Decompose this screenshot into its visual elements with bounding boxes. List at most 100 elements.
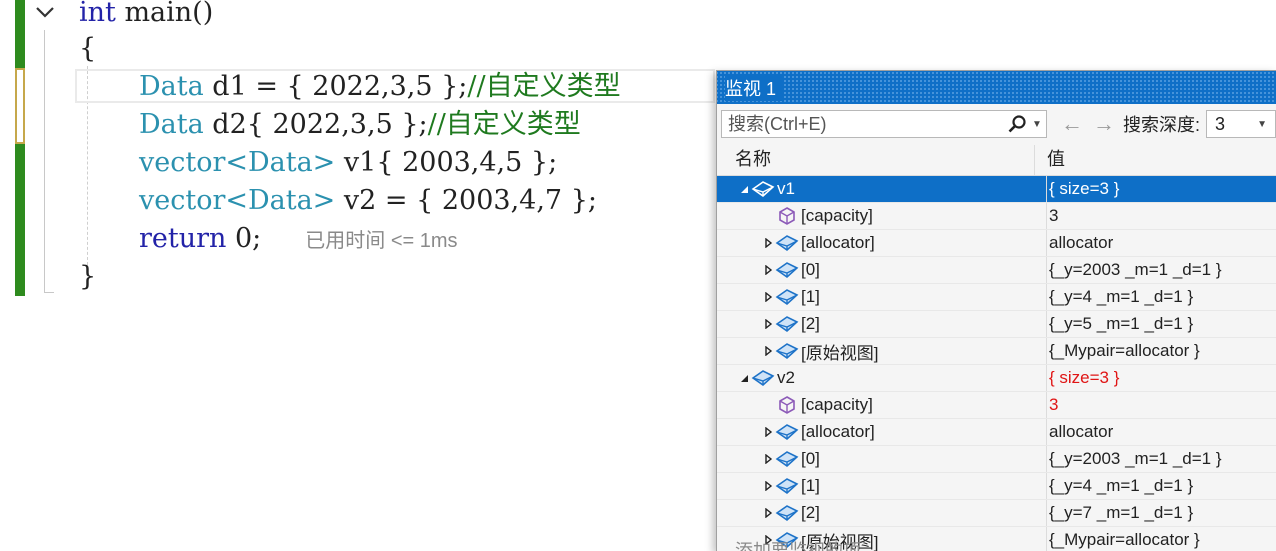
variable-icon	[775, 421, 799, 443]
type-token: Data	[139, 71, 204, 102]
expand-triangle-icon[interactable]	[761, 236, 775, 250]
code-line-d2[interactable]: Data d2{ 2022,3,5 };//自定义类型	[139, 106, 581, 144]
column-header-name[interactable]: 名称	[717, 145, 1035, 175]
watch-row[interactable]: [1]{_y=4 _m=1 _d=1 }	[717, 284, 1276, 311]
change-indicator-unsaved	[15, 68, 25, 144]
variable-icon	[775, 259, 799, 281]
perf-tip-elapsed[interactable]: 已用时间 <= 1ms	[305, 230, 457, 252]
collapse-chevron-icon[interactable]	[32, 0, 58, 26]
watch-row-name: [原始视图]	[801, 339, 878, 364]
comment-token: //自定义类型	[467, 71, 620, 102]
code-text: v2 = { 2003,4,7 };	[335, 185, 597, 216]
expand-triangle-icon[interactable]	[761, 506, 775, 520]
change-indicator-saved	[15, 0, 25, 68]
expand-triangle-icon[interactable]	[761, 263, 775, 277]
watch-row[interactable]: v2{ size=3 }	[717, 365, 1276, 392]
watch-row[interactable]: [0]{_y=2003 _m=1 _d=1 }	[717, 257, 1276, 284]
watch-row-value[interactable]: {_Mypair=allocator }	[1047, 341, 1200, 361]
watch-row-name-cell: [1]	[717, 473, 1047, 499]
watch-grid: 名称 值 v1 { size=3 } [capacity] 3 [allocator] a…	[717, 145, 1276, 551]
expand-triangle-icon[interactable]	[761, 317, 775, 331]
watch-row-name-cell: v2	[717, 365, 1047, 391]
type-token: Data	[139, 109, 204, 140]
grid-header: 名称 值	[717, 145, 1276, 176]
watch-toolbar: ▼ ← → 搜索深度: 3 ▼	[717, 104, 1276, 144]
expand-triangle-icon[interactable]	[761, 344, 775, 358]
fold-guide-end	[44, 292, 54, 293]
watch-row-value[interactable]: { size=3 }	[1047, 179, 1119, 199]
watch-row-name: [allocator]	[801, 422, 875, 442]
watch-row-name: v1	[777, 179, 795, 199]
variable-icon	[775, 286, 799, 308]
column-header-value[interactable]: 值	[1035, 145, 1065, 175]
search-next-icon[interactable]: →	[1093, 111, 1111, 137]
code-line-open-brace[interactable]: {	[79, 30, 96, 68]
watch-row-name: [2]	[801, 314, 820, 334]
code-line-return[interactable]: return 0;已用时间 <= 1ms	[139, 220, 458, 258]
expand-triangle-icon[interactable]	[761, 479, 775, 493]
watch-row[interactable]: [2] {_y=5 _m=1 _d=1 }	[717, 311, 1276, 338]
code-line-v2[interactable]: vector<Data> v2 = { 2003,4,7 };	[139, 182, 597, 220]
watch-row[interactable]: [原始视图] {_Mypair=allocator }	[717, 338, 1276, 365]
watch-row-name: [1]	[801, 476, 820, 496]
watch-row-name-cell: [1]	[717, 284, 1047, 310]
watch-row[interactable]: [capacity]3	[717, 203, 1276, 230]
watch-window[interactable]: 监视 1 ▼ ← → 搜索深度: 3 ▼ 名称 值 v1 { size=3 } [c…	[716, 70, 1276, 551]
search-options-dropdown-icon[interactable]: ▼	[1028, 119, 1046, 130]
search-box[interactable]: ▼	[721, 110, 1047, 138]
watch-row[interactable]: [2] {_y=7 _m=1 _d=1 }	[717, 500, 1276, 527]
search-depth-select[interactable]: 3 ▼	[1206, 110, 1276, 138]
code-line-d1[interactable]: Data d1 = { 2022,3,5 };//自定义类型	[139, 68, 621, 106]
watch-row-name-cell: [0]	[717, 257, 1047, 283]
watch-row-value[interactable]: {_y=2003 _m=1 _d=1 }	[1047, 449, 1222, 469]
variable-icon	[775, 313, 799, 335]
watch-row-value[interactable]: {_y=4 _m=1 _d=1 }	[1047, 287, 1193, 307]
watch-row[interactable]: [1] {_y=4 _m=1 _d=1 }	[717, 473, 1276, 500]
watch-row-name-cell: [capacity]	[717, 392, 1047, 418]
expand-triangle-icon[interactable]	[761, 452, 775, 466]
code-text: v1{ 2003,4,5 };	[335, 147, 557, 178]
watch-row-name: [0]	[801, 449, 820, 469]
watch-title-bar[interactable]: 监视 1	[717, 71, 1276, 104]
collapse-triangle-icon[interactable]	[737, 371, 751, 385]
add-watch-item[interactable]: 添加要监视的项	[735, 537, 861, 551]
property-icon	[775, 394, 799, 416]
search-icon[interactable]	[1006, 113, 1028, 135]
code-line-main[interactable]: int main()	[79, 0, 213, 32]
code-text: {	[79, 33, 96, 64]
watch-row-value[interactable]: allocator	[1047, 233, 1113, 253]
variable-icon	[775, 232, 799, 254]
watch-row[interactable]: [0] {_y=2003 _m=1 _d=1 }	[717, 446, 1276, 473]
code-line-close-brace[interactable]: }	[79, 258, 96, 296]
collapse-triangle-icon[interactable]	[737, 182, 751, 196]
variable-icon	[751, 178, 775, 200]
watch-row[interactable]: [allocator] allocator	[717, 230, 1276, 257]
watch-row-name: [2]	[801, 503, 820, 523]
watch-row-name-cell: [原始视图]	[717, 338, 1047, 364]
watch-row-value[interactable]: 3	[1047, 206, 1058, 226]
search-previous-icon[interactable]: ←	[1061, 111, 1079, 137]
watch-row-name: [allocator]	[801, 233, 875, 253]
watch-row-value[interactable]: { size=3 }	[1047, 368, 1119, 388]
search-input[interactable]	[722, 113, 1006, 136]
watch-row-value[interactable]: {_y=2003 _m=1 _d=1 }	[1047, 260, 1222, 280]
watch-row-name: [capacity]	[801, 395, 873, 415]
watch-row-name-cell: [0]	[717, 446, 1047, 472]
chevron-down-icon: ▼	[1257, 119, 1267, 130]
watch-row[interactable]: v1 { size=3 }	[717, 176, 1276, 203]
watch-row[interactable]: [capacity] 3	[717, 392, 1276, 419]
watch-row-name-cell: v1	[717, 176, 1047, 202]
watch-row-value[interactable]: {_y=7 _m=1 _d=1 }	[1047, 503, 1193, 523]
code-line-v1[interactable]: vector<Data> v1{ 2003,4,5 };	[139, 144, 557, 182]
watch-row-value[interactable]: 3	[1047, 395, 1058, 415]
watch-row-value[interactable]: {_y=4 _m=1 _d=1 }	[1047, 476, 1193, 496]
watch-row[interactable]: [allocator] allocator	[717, 419, 1276, 446]
comment-token: //自定义类型	[428, 109, 581, 140]
variable-icon	[775, 448, 799, 470]
watch-row-value[interactable]: allocator	[1047, 422, 1113, 442]
watch-row-value[interactable]: {_y=5 _m=1 _d=1 }	[1047, 314, 1193, 334]
watch-row-value[interactable]: {_Mypair=allocator }	[1047, 530, 1200, 550]
expander-placeholder	[761, 398, 775, 412]
expand-triangle-icon[interactable]	[761, 425, 775, 439]
expand-triangle-icon[interactable]	[761, 290, 775, 304]
